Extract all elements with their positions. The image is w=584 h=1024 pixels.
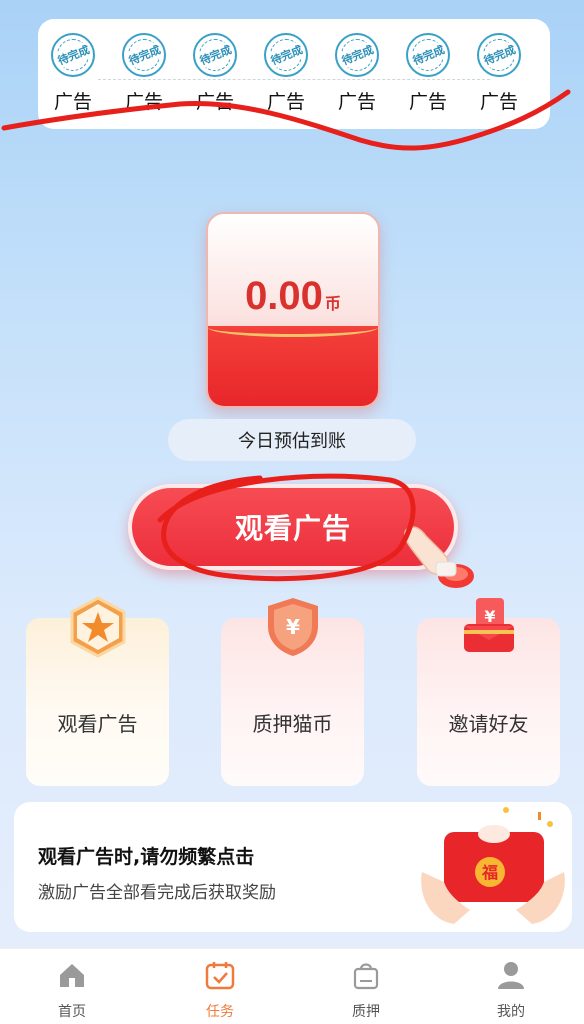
yuan-shield-icon: ¥ xyxy=(267,598,318,656)
ad-slot-label: 广告 xyxy=(53,91,92,113)
pending-stamp-icon: 待完成 xyxy=(477,33,521,77)
bag-icon xyxy=(353,963,379,990)
ad-slot-label: 广告 xyxy=(266,91,305,113)
tab-label: 任务 xyxy=(206,1004,234,1020)
home-icon xyxy=(60,964,84,987)
balance-value: 0.00 币 xyxy=(208,274,378,319)
calendar-check-icon xyxy=(205,962,235,990)
balance-unit: 币 xyxy=(324,294,341,313)
ad-progress-card: 待完成 广告 待完成 广告 待完成 广告 待完成 广告 待完成 广告 待完成 广… xyxy=(38,19,550,129)
tab-stake[interactable]: 质押 xyxy=(316,949,416,1024)
notice-title: 观看广告时,请勿频繁点击 xyxy=(38,846,255,868)
pending-stamp-icon: 待完成 xyxy=(193,33,237,77)
svg-text:福: 福 xyxy=(481,863,498,882)
notice-card: 观看广告时,请勿频繁点击 激励广告全部看完成后获取奖励 福 xyxy=(14,802,572,932)
ad-slot-1: 待完成 广告 xyxy=(45,33,101,123)
tab-profile[interactable]: 我的 xyxy=(461,949,561,1024)
feature-watch-ads[interactable]: 观看广告 xyxy=(26,596,169,786)
feature-invite-friends[interactable]: ¥ 邀请好友 xyxy=(417,598,560,786)
user-icon xyxy=(498,962,524,989)
red-envelope-base xyxy=(208,326,378,406)
ad-slot-label: 广告 xyxy=(195,91,234,113)
estimated-today-caption: 今日预估到账 xyxy=(168,419,416,461)
feature-label: 邀请好友 xyxy=(448,712,529,736)
ad-slot-7: 待完成 广告 xyxy=(471,33,527,123)
balance-amount: 0.00 xyxy=(245,274,323,318)
feature-label: 观看广告 xyxy=(57,712,138,736)
ad-slot-label: 广告 xyxy=(408,91,447,113)
ad-slot-2: 待完成 广告 xyxy=(116,33,172,123)
ad-slot-5: 待完成 广告 xyxy=(329,33,385,123)
ad-slot-4: 待完成 广告 xyxy=(258,33,314,123)
ad-slot-6: 待完成 广告 xyxy=(400,33,456,123)
star-badge-icon xyxy=(70,596,125,658)
tab-tasks[interactable]: 任务 xyxy=(170,949,270,1024)
bottom-tab-bar: 首页 任务 质押 我的 xyxy=(0,948,584,1024)
pending-stamp-icon: 待完成 xyxy=(335,33,379,77)
balance-card: 0.00 币 xyxy=(206,212,380,408)
feature-label: 质押猫币 xyxy=(252,712,333,736)
pointing-hand-icon xyxy=(403,526,474,588)
svg-text:¥: ¥ xyxy=(286,615,300,639)
pending-stamp-icon: 待完成 xyxy=(264,33,308,77)
pending-stamp-icon: 待完成 xyxy=(51,33,95,77)
pending-stamp-icon: 待完成 xyxy=(122,33,166,77)
ad-slot-label: 广告 xyxy=(337,91,376,113)
ad-slot-label: 广告 xyxy=(124,91,163,113)
tab-label: 质押 xyxy=(352,1004,380,1020)
svg-text:¥: ¥ xyxy=(484,607,495,626)
tab-label: 我的 xyxy=(497,1004,525,1020)
pending-stamp-icon: 待完成 xyxy=(406,33,450,77)
ad-slot-label: 广告 xyxy=(479,91,518,113)
notice-subtitle: 激励广告全部看完成后获取奖励 xyxy=(38,883,276,903)
tab-home[interactable]: 首页 xyxy=(22,949,122,1024)
red-envelope-icon: ¥ xyxy=(463,598,514,652)
feature-stake-coin[interactable]: ¥ 质押猫币 xyxy=(221,598,364,786)
red-envelope-hands-icon: 福 xyxy=(421,807,565,924)
tab-label: 首页 xyxy=(58,1004,86,1020)
ad-slot-3: 待完成 广告 xyxy=(187,33,243,123)
